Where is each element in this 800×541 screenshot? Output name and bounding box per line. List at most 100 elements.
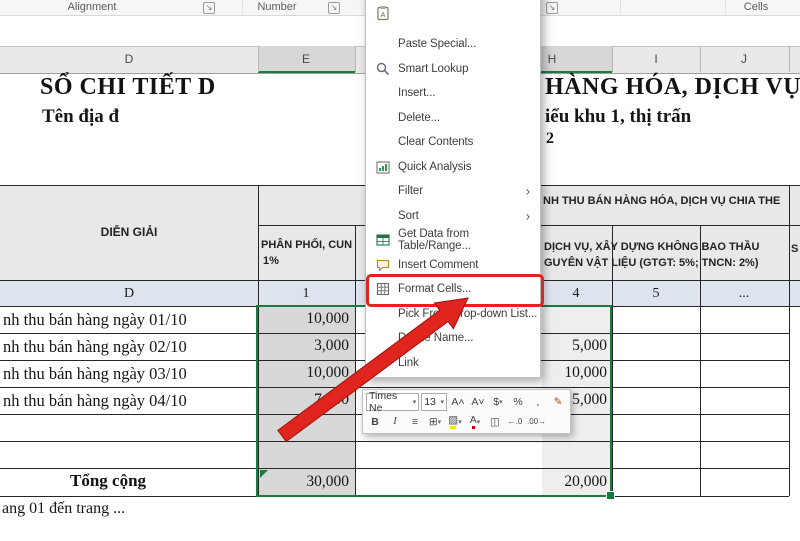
menu-item-define-name[interactable]: Define Name...: [366, 326, 540, 351]
header-col-e-line1: PHÂN PHỐI, CUN: [261, 239, 353, 251]
mini-toolbar-row1: Times Ne ▾ 13 ▾ A˄ A˅ $ ▾ % , ✎: [366, 389, 567, 414]
column-header-i[interactable]: I: [654, 52, 657, 66]
number-row-5[interactable]: 5: [653, 286, 660, 302]
sheet-subtitle-left: Tên địa đ: [42, 106, 120, 127]
increase-decimal-button[interactable]: .00→: [526, 413, 547, 430]
column-header-e[interactable]: E: [302, 52, 310, 66]
number-row-d[interactable]: D: [124, 286, 134, 302]
context-menu: A Paste Special... Smart Lookup Insert..…: [365, 0, 541, 378]
column-header-h[interactable]: H: [548, 52, 557, 66]
menu-item-label: Paste Special...: [398, 38, 477, 51]
center-align-button[interactable]: ≡: [406, 413, 424, 430]
grid-line: [612, 46, 613, 72]
number-row-4[interactable]: 4: [573, 286, 580, 302]
cell-value[interactable]: 10,000: [543, 364, 607, 382]
magnifier-icon: [375, 61, 391, 77]
chevron-down-icon: ▾: [499, 398, 503, 406]
total-label[interactable]: Tổng cộng: [70, 471, 146, 491]
menu-item-clear-contents[interactable]: Clear Contents: [366, 130, 540, 155]
menu-item-get-data[interactable]: Get Data from Table/Range...: [366, 228, 540, 253]
header-col-e-line2: 1%: [263, 255, 279, 267]
clipboard-icon[interactable]: A: [375, 5, 391, 21]
fill-color-button[interactable]: ▨ ▾: [446, 413, 464, 430]
row-label[interactable]: nh thu bán hàng ngày 04/10: [3, 391, 187, 411]
dialog-launcher-icon[interactable]: ↘: [546, 2, 558, 14]
accounting-format-button[interactable]: $ ▾: [489, 393, 507, 410]
chevron-down-icon: ▾: [412, 398, 417, 406]
menu-item-label: Delete...: [398, 111, 440, 124]
fill-color-icon: ▨: [448, 414, 458, 429]
cell-value[interactable]: 10,000: [259, 310, 349, 328]
borders-icon: ⊞: [428, 415, 438, 428]
header-col-h-line1: DỊCH VỤ, XÂY DỰNG KHÔNG BAO THẦU: [544, 241, 760, 253]
menu-item-sort[interactable]: Sort ›: [366, 204, 540, 229]
alignment-dialog-launcher-icon[interactable]: ↘: [203, 2, 215, 14]
header-span-revenue: NH THU BÁN HÀNG HÓA, DỊCH VỤ CHIA THE: [543, 195, 781, 207]
font-color-button[interactable]: A ▾: [466, 413, 484, 430]
menu-item-label: Sort: [398, 209, 419, 222]
chevron-down-icon: ▾: [440, 398, 444, 406]
svg-text:A: A: [381, 12, 386, 19]
row-label[interactable]: nh thu bán hàng ngày 03/10: [3, 364, 187, 384]
column-header-d[interactable]: D: [125, 52, 134, 66]
header-col-h-line2: GUYÊN VẬT LIỆU (GTGT: 5%; TNCN: 2%): [544, 257, 759, 269]
cell-value[interactable]: 7,000: [259, 391, 349, 409]
excel-window: Alignment ↘ Number ↘ ↘ Cells D E H I J S…: [0, 0, 800, 541]
menu-item-quick-analysis[interactable]: Quick Analysis: [366, 155, 540, 180]
menu-item-filter[interactable]: Filter ›: [366, 179, 540, 204]
sheet-title-right: HÀNG HÓA, DỊCH VỤ: [545, 74, 800, 100]
selection-border-right: [610, 305, 612, 497]
selection-border-bottom: [256, 495, 612, 497]
font-size-select[interactable]: 13 ▾: [421, 392, 447, 411]
bold-button[interactable]: B: [366, 413, 384, 430]
total-cell-e[interactable]: 30,000: [259, 473, 349, 491]
menu-item-link[interactable]: Link: [366, 351, 540, 376]
grid-line: [700, 46, 701, 72]
chevron-down-icon: ▾: [458, 418, 462, 426]
total-cell-h[interactable]: 20,000: [543, 473, 607, 491]
ribbon-separator: [725, 0, 726, 14]
font-color-icon: A: [470, 414, 477, 429]
menu-item-label: Get Data from Table/Range...: [398, 228, 471, 253]
grow-font-button[interactable]: A˄: [449, 393, 467, 410]
number-row-dots[interactable]: ...: [739, 286, 750, 302]
menu-item-insert[interactable]: Insert...: [366, 81, 540, 106]
decrease-decimal-button[interactable]: ←.0: [506, 413, 524, 430]
mini-toolbar-row2: B I ≡ ⊞ ▾ ▨ ▾ A ▾ ◫ ←.0 .00→: [366, 412, 567, 431]
menu-item-label: Clear Contents: [398, 136, 474, 149]
selection-fill-handle[interactable]: [606, 491, 615, 500]
header-right-fragment: S: [791, 243, 799, 255]
shrink-font-button[interactable]: A˅: [469, 393, 487, 410]
number-dialog-launcher-icon[interactable]: ↘: [328, 2, 340, 14]
format-painter-button[interactable]: ✎: [549, 393, 567, 410]
paste-options-row: A: [366, 0, 540, 32]
error-indicator-triangle: [260, 470, 268, 478]
sheet-title-left: SỔ CHI TIẾT D: [40, 74, 216, 100]
font-name-value: Times Ne: [369, 389, 398, 414]
cell-value[interactable]: 10,000: [259, 364, 349, 382]
cell-value[interactable]: 3,000: [259, 337, 349, 355]
percent-style-button[interactable]: %: [509, 393, 527, 410]
menu-item-label: Insert...: [398, 87, 436, 100]
ribbon-separator: [242, 0, 243, 14]
ribbon-group-alignment: Alignment: [67, 1, 117, 13]
cell-value[interactable]: 5,000: [543, 337, 607, 355]
menu-item-delete[interactable]: Delete...: [366, 106, 540, 131]
column-header-j[interactable]: J: [741, 52, 747, 66]
header-dien-giai: DIỄN GIẢI: [100, 225, 158, 239]
borders-button[interactable]: ⊞ ▾: [426, 413, 444, 430]
font-name-select[interactable]: Times Ne ▾: [366, 389, 420, 414]
mini-toolbar: Times Ne ▾ 13 ▾ A˄ A˅ $ ▾ % , ✎ B I ≡ ⊞ …: [362, 389, 571, 434]
menu-item-label: Smart Lookup: [398, 62, 469, 75]
comma-style-button[interactable]: ,: [529, 393, 547, 410]
menu-item-smart-lookup[interactable]: Smart Lookup: [366, 57, 540, 82]
menu-item-label: Insert Comment: [398, 258, 479, 271]
submenu-arrow-icon: ›: [525, 183, 530, 199]
row-label[interactable]: nh thu bán hàng ngày 02/10: [3, 337, 187, 357]
grid-line: [0, 387, 789, 388]
row-label[interactable]: nh thu bán hàng ngày 01/10: [3, 310, 187, 330]
italic-button[interactable]: I: [386, 413, 404, 430]
merge-center-button[interactable]: ◫: [486, 413, 504, 430]
number-row-1[interactable]: 1: [303, 286, 310, 302]
menu-item-paste-special[interactable]: Paste Special...: [366, 32, 540, 57]
